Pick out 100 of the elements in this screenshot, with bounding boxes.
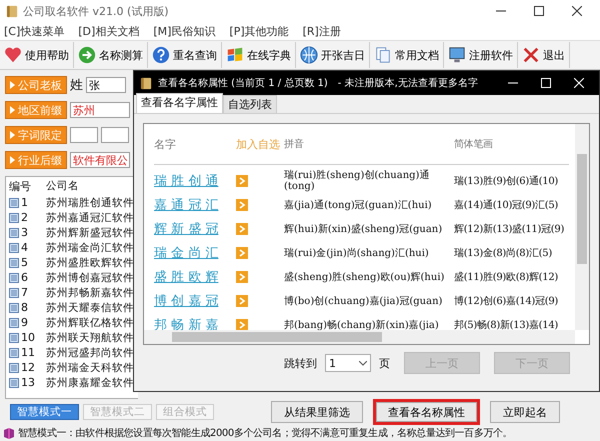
add-icon[interactable] [236, 319, 248, 331]
pinyin-text: 嘉(jia)通(tong)冠(guan)汇(hui) [284, 200, 433, 210]
strokes-text: 辉(12)新(13)盛(11)冠(9) [454, 222, 564, 236]
document-icon [9, 212, 19, 222]
row-number: 10 [21, 331, 35, 344]
column-header: 公司名 [46, 179, 79, 193]
menu-item[interactable]: [M]民俗知识 [153, 24, 216, 38]
strokes-text: 嘉(14)通(10)冠(9)汇(5) [454, 198, 558, 212]
add-icon[interactable] [236, 271, 248, 283]
company-name[interactable]: 苏州博创嘉冠软件 [46, 270, 134, 284]
vertical-scrollbar[interactable] [575, 124, 589, 330]
globe-icon [300, 46, 318, 64]
row-number: 2 [21, 211, 28, 224]
mode-tab[interactable]: 智慧模式一 [10, 404, 79, 420]
toolbar-button[interactable]: 重名查询 [148, 42, 222, 68]
add-icon[interactable] [236, 223, 248, 235]
menu-item[interactable]: [D]相关文档 [78, 24, 140, 38]
monitor-icon [448, 46, 466, 64]
status-text: 智慧模式一：由软件根据您设置每次智能生成2000多个公司名；觉得不满意可重复生成，名称总量达到一百多万个。 [18, 426, 512, 440]
toolbar-button[interactable]: 使用帮助 [0, 42, 74, 68]
document-icon [9, 272, 19, 282]
company-name[interactable]: 苏州天耀泰信软件 [46, 300, 134, 314]
toolbar-button[interactable]: 注册软件 [444, 42, 518, 68]
row-number: 6 [21, 271, 28, 284]
chevron-icon [359, 360, 367, 366]
jump-label: 跳转到 [284, 356, 317, 370]
pinyin-text: 瑞(rui)金(jin)尚(shang)汇(hui) [284, 248, 430, 258]
document-icon [9, 332, 19, 342]
company-name[interactable]: 苏州瑞金天科软件 [46, 360, 134, 374]
document-icon [9, 242, 19, 252]
action-button[interactable]: 从结果里筛选 [271, 401, 363, 423]
menu-item[interactable]: [P]其他功能 [229, 24, 289, 38]
company-name[interactable]: 苏州康嘉耀金软件 [46, 376, 134, 390]
add-icon[interactable] [236, 199, 248, 211]
row-number: 9 [21, 316, 28, 329]
region-field[interactable]: 苏州 [70, 102, 130, 118]
strokes-text: 邦(5)畅(8)新(13)嘉(14) [454, 318, 558, 332]
column-header: 拼音 [284, 138, 305, 150]
column-header: 简体笔画 [454, 138, 493, 151]
document-icon [9, 258, 19, 268]
toolbar-button[interactable]: 在线字典 [222, 42, 296, 68]
company-name[interactable]: 苏州辉联亿格软件 [46, 316, 134, 330]
toolbar-button[interactable]: 退出 [518, 42, 570, 68]
page-unit-label: 页 [379, 356, 390, 370]
pinyin-text: 瑞(rui)胜(sheng)创(chuang)通(tong) [284, 170, 430, 192]
document-icon [9, 362, 19, 372]
strokes-text: 盛(11)胜(9)欧(8)辉(12) [454, 270, 558, 284]
row-number: 7 [21, 286, 28, 299]
row-number: 4 [21, 241, 28, 254]
document-icon [9, 198, 19, 208]
company-name[interactable]: 苏州嘉通冠汇软件 [46, 210, 134, 224]
menu-item[interactable]: [R]注册 [302, 24, 341, 38]
column-header: 加入自选 [236, 136, 281, 152]
surname-label: 姓 [70, 77, 83, 94]
row-number: 13 [21, 376, 35, 389]
word-field[interactable] [101, 127, 129, 143]
company-name[interactable]: 苏州瑞金尚汇软件 [46, 240, 134, 254]
menu-item[interactable]: [C]快速菜单 [4, 24, 64, 38]
help-icon [152, 46, 170, 64]
tab[interactable]: 查看各名字属性 [136, 93, 223, 113]
tab[interactable]: 自选列表 [223, 95, 277, 113]
document-icon [9, 302, 19, 312]
document-icon [9, 378, 19, 388]
company-name[interactable]: 苏州邦畅新嘉软件 [46, 286, 134, 300]
add-icon[interactable] [236, 295, 248, 307]
strokes-text: 瑞(13)金(8)尚(8)汇(5) [454, 246, 552, 260]
row-number: 8 [21, 301, 28, 314]
row-number: 1 [21, 196, 28, 209]
company-name[interactable]: 苏州辉新盛冠软件 [46, 226, 134, 240]
column-header: 名字 [154, 136, 177, 152]
action-button[interactable]: 立即起名 [490, 401, 560, 423]
page-dropdown[interactable]: 1 [325, 354, 371, 372]
document-icon [9, 318, 19, 328]
company-name[interactable]: 苏州瑞胜创通软件 [46, 196, 134, 210]
horizontal-scrollbar[interactable] [144, 330, 575, 344]
dialog-title: 查看各名称属性 (当前页 1 / 总页数 1) - 未注册版本,无法查看更多名字 [158, 76, 478, 90]
surname-field[interactable]: 张 [86, 77, 126, 93]
close-icon[interactable] [572, 6, 582, 16]
add-icon[interactable] [236, 175, 248, 187]
company-name[interactable]: 苏州冠盛邦尚软件 [46, 346, 134, 360]
row-number: 12 [21, 361, 35, 374]
row-number: 5 [21, 256, 28, 269]
toolbar-button[interactable]: 常用文档 [370, 42, 444, 68]
toolbar-button[interactable]: 开张吉日 [296, 42, 370, 68]
maximize-icon[interactable] [534, 6, 544, 16]
word-field[interactable] [70, 127, 98, 143]
document-icon [9, 288, 19, 298]
pinyin-text: 博(bo)创(chuang)嘉(jia)冠(guan) [284, 296, 444, 306]
action-button[interactable]: 查看各名称属性 [373, 399, 480, 425]
company-name[interactable]: 苏州盛胜欧辉软件 [46, 256, 134, 270]
pinyin-text: 辉(hui)新(xin)盛(sheng)冠(guan) [284, 224, 444, 234]
add-icon[interactable] [236, 247, 248, 259]
column-header: 编号 [8, 178, 32, 194]
toolbar-button[interactable]: 名称测算 [74, 42, 148, 68]
company-name[interactable]: 苏州联天翔航软件 [46, 330, 134, 344]
document-icon [9, 228, 19, 238]
close-icon [522, 46, 540, 64]
pinyin-text: 盛(sheng)胜(sheng)欧(ou)辉(hui) [284, 272, 446, 282]
row-number: 11 [21, 346, 35, 359]
pinyin-text: 邦(bang)畅(chang)新(xin)嘉(jia) [284, 320, 440, 330]
